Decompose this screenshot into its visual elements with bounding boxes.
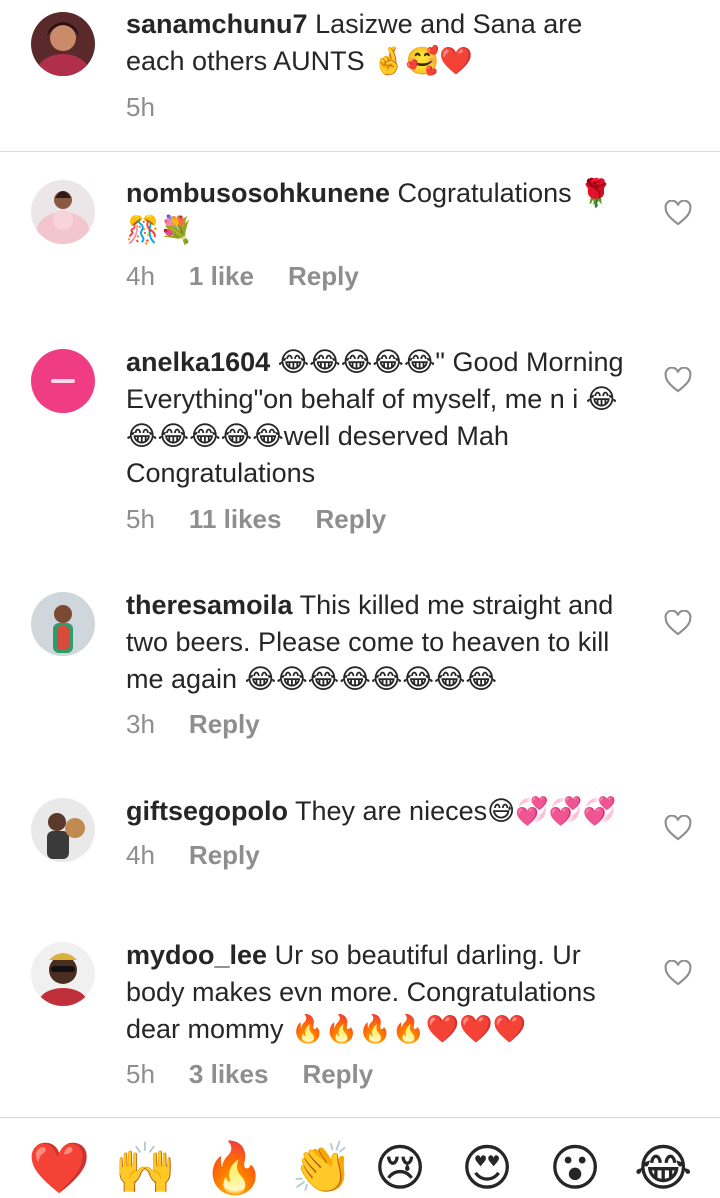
username[interactable]: sanamchunu7 bbox=[126, 9, 308, 39]
comment-time: 4h bbox=[126, 261, 155, 291]
comment-time: 4h bbox=[126, 840, 155, 870]
reaction-heart-eyes[interactable]: 😍 bbox=[461, 1138, 513, 1198]
comment-body: They are nieces😅💞💞💞 bbox=[287, 796, 617, 826]
username[interactable]: mydoo_lee bbox=[126, 940, 267, 970]
comment-meta: 5h 11 likes Reply bbox=[126, 504, 386, 535]
avatar[interactable] bbox=[31, 12, 95, 76]
avatar[interactable] bbox=[31, 349, 95, 413]
heart-outline-icon[interactable] bbox=[664, 960, 692, 986]
pinned-comment: sanamchunu7 Lasizwe and Sana are each ot… bbox=[0, 0, 720, 152]
reaction-clap[interactable]: 👏 bbox=[291, 1138, 353, 1198]
comment-text: anelka1604 😂😂😂😂😂" Good Morning Everythin… bbox=[126, 344, 636, 492]
reply-button[interactable]: Reply bbox=[288, 261, 359, 292]
like-count[interactable]: 11 likes bbox=[189, 504, 282, 535]
reaction-laughing[interactable]: 😂 bbox=[634, 1138, 692, 1198]
reaction-surprised[interactable]: 😮 bbox=[549, 1138, 601, 1198]
heart-outline-icon[interactable] bbox=[664, 815, 692, 841]
comment-text: mydoo_lee Ur so beautiful darling. Ur bo… bbox=[126, 937, 636, 1048]
reply-button[interactable]: Reply bbox=[315, 504, 386, 535]
comment-meta: 5h bbox=[126, 92, 155, 123]
comment-time: 3h bbox=[126, 709, 155, 739]
reply-button[interactable]: Reply bbox=[189, 709, 260, 740]
comment-time: 5h bbox=[126, 92, 155, 122]
comment-time: 5h bbox=[126, 1059, 155, 1089]
heart-outline-icon[interactable] bbox=[664, 610, 692, 636]
avatar[interactable] bbox=[31, 942, 95, 1006]
like-count[interactable]: 1 like bbox=[189, 261, 254, 292]
comment-time: 5h bbox=[126, 504, 155, 534]
comment-meta: 5h 3 likes Reply bbox=[126, 1059, 373, 1090]
heart-outline-icon[interactable] bbox=[664, 200, 692, 226]
quick-reactions-bar: ❤️ 🙌 🔥 👏 😢 😍 😮 😂 bbox=[0, 1117, 720, 1196]
reaction-heart[interactable]: ❤️ bbox=[28, 1138, 90, 1198]
heart-outline-icon[interactable] bbox=[664, 367, 692, 393]
reaction-crying[interactable]: 😢 bbox=[374, 1138, 426, 1198]
comment-text: nombusosohkunene Cogratulations 🌹🎊💐 bbox=[126, 175, 636, 249]
like-count[interactable]: 3 likes bbox=[189, 1059, 269, 1090]
comment-meta: 3h Reply bbox=[126, 709, 260, 740]
comment-meta: 4h 1 like Reply bbox=[126, 261, 359, 292]
avatar[interactable] bbox=[31, 592, 95, 656]
reaction-fire[interactable]: 🔥 bbox=[203, 1138, 265, 1198]
username[interactable]: nombusosohkunene bbox=[126, 178, 390, 208]
username[interactable]: giftsegopolo bbox=[126, 796, 288, 826]
comment-text: giftsegopolo They are nieces😅💞💞💞 bbox=[126, 793, 636, 830]
avatar[interactable] bbox=[31, 798, 95, 862]
comment-text: theresamoila This killed me straight and… bbox=[126, 587, 636, 698]
comment-text: sanamchunu7 Lasizwe and Sana are each ot… bbox=[126, 6, 636, 80]
reply-button[interactable]: Reply bbox=[189, 840, 260, 871]
reply-button[interactable]: Reply bbox=[302, 1059, 373, 1090]
reaction-raised-hands[interactable]: 🙌 bbox=[114, 1138, 176, 1198]
username[interactable]: theresamoila bbox=[126, 590, 293, 620]
avatar[interactable] bbox=[31, 180, 95, 244]
comment-meta: 4h Reply bbox=[126, 840, 260, 871]
username[interactable]: anelka1604 bbox=[126, 347, 270, 377]
